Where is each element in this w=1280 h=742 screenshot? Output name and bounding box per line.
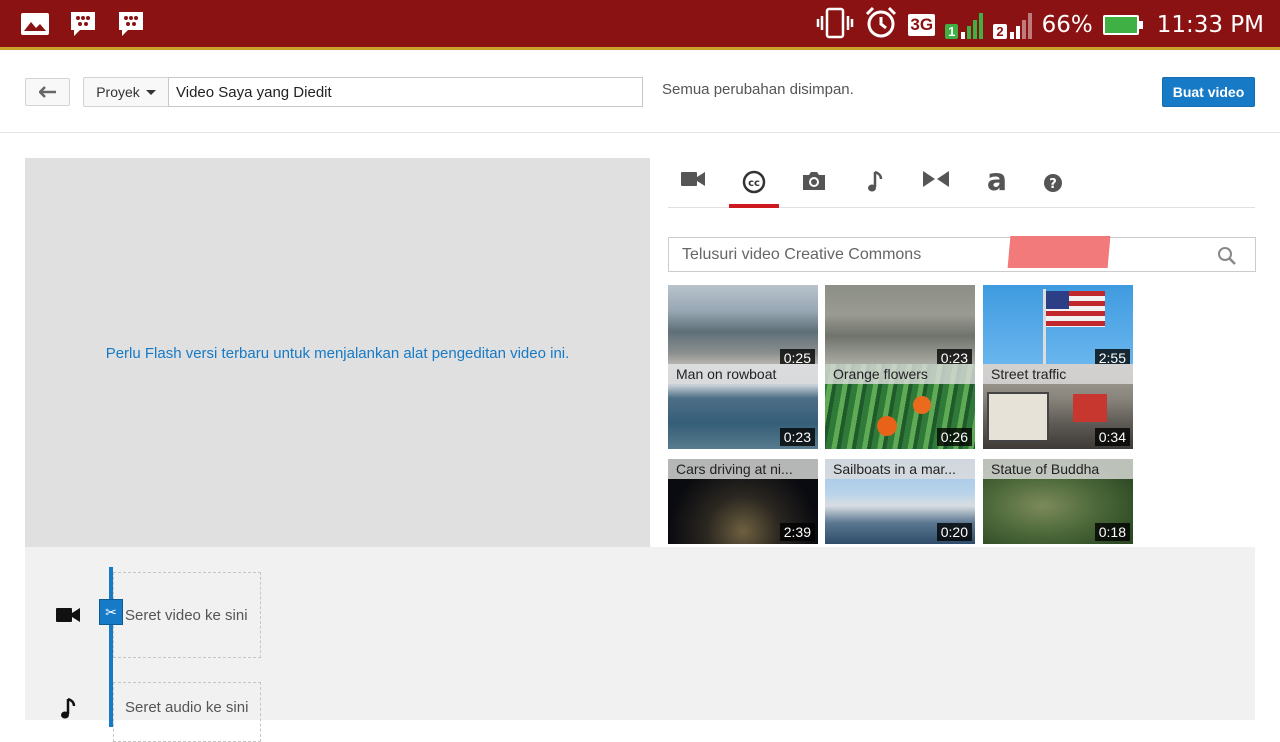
- bbm-icon: [116, 10, 146, 38]
- video-thumbnail[interactable]: Man on rowboat 0:23: [668, 364, 818, 449]
- tab-creative-commons[interactable]: cc: [729, 166, 779, 208]
- cc-search-box: [668, 236, 1256, 272]
- network-type-badge: 3G: [908, 14, 936, 36]
- video-drop-label: Seret video ke sini: [125, 606, 248, 624]
- video-track-icon: [56, 608, 80, 622]
- tab-video[interactable]: [668, 166, 718, 208]
- help-icon: ?: [1044, 174, 1062, 192]
- video-duration: 0:34: [1094, 428, 1130, 446]
- battery-percentage: 66%: [1041, 12, 1093, 38]
- video-camera-icon: [681, 172, 705, 186]
- text-icon: a: [986, 163, 1008, 198]
- audio-drop-zone[interactable]: Seret audio ke sini: [113, 682, 261, 742]
- save-status: Semua perubahan disimpan.: [662, 81, 854, 98]
- video-drop-zone[interactable]: Seret video ke sini: [113, 572, 261, 658]
- editor-toolbar: Proyek Semua perubahan disimpan. Buat vi…: [0, 53, 1280, 133]
- android-status-bar: 3G 1 2 66% 11:33 PM: [0, 0, 1280, 50]
- cc-search-input[interactable]: [669, 238, 1209, 271]
- video-duration: 0:23: [779, 428, 815, 446]
- video-preview: Perlu Flash versi terbaru untuk menjalan…: [25, 158, 650, 548]
- flag-canton: [1045, 291, 1069, 309]
- video-thumbnail[interactable]: Sailboats in a mar... 0:20: [825, 459, 975, 544]
- vibrate-icon: [816, 7, 854, 44]
- project-dropdown-label: Proyek: [96, 84, 140, 100]
- audio-drop-label: Seret audio ke sini: [125, 699, 249, 716]
- video-duration: 0:26: [936, 428, 972, 446]
- caret-down-icon: [145, 89, 156, 95]
- video-thumbnail[interactable]: Statue of Buddha 0:18: [983, 459, 1133, 544]
- redaction-mark: [1007, 236, 1111, 268]
- tab-audio[interactable]: [850, 166, 900, 208]
- cc-video-grid: 0:25 0:23 2:55 Man on rowboat 0:23 Orang…: [668, 285, 1138, 545]
- orange-flower: [913, 396, 931, 414]
- bbm-icon: [68, 10, 98, 38]
- video-thumbnail[interactable]: 2:55: [983, 285, 1133, 370]
- scissors-icon: ✂: [105, 603, 117, 620]
- video-title: Statue of Buddha: [983, 459, 1133, 479]
- video-thumbnail[interactable]: Orange flowers 0:26: [825, 364, 975, 449]
- video-duration: 2:39: [779, 523, 815, 541]
- alarm-icon: [864, 6, 898, 45]
- tab-text[interactable]: a: [972, 166, 1022, 208]
- video-thumbnail[interactable]: 0:23: [825, 285, 975, 370]
- playhead-handle[interactable]: ✂: [99, 599, 123, 625]
- signal-icon: 2: [993, 11, 1032, 39]
- video-thumbnail[interactable]: Cars driving at ni... 2:39: [668, 459, 818, 544]
- video-title: Orange flowers: [825, 364, 975, 384]
- tab-help[interactable]: ?: [1028, 166, 1078, 208]
- clock: 11:33 PM: [1156, 12, 1264, 38]
- search-icon[interactable]: [1217, 246, 1237, 266]
- street-vehicle: [1073, 394, 1107, 422]
- gallery-icon: [20, 10, 50, 38]
- orange-flower: [877, 416, 897, 436]
- music-note-icon: [868, 170, 883, 192]
- flag-pole: [1043, 289, 1046, 369]
- svg-text:cc: cc: [748, 178, 760, 189]
- sim-1-label: 1: [945, 24, 959, 39]
- project-title-input[interactable]: [168, 77, 643, 107]
- playhead[interactable]: [109, 567, 113, 727]
- tab-transitions[interactable]: [911, 166, 961, 208]
- video-title: Cars driving at ni...: [668, 459, 818, 479]
- transitions-icon: [923, 171, 949, 187]
- timeline: Seret video ke sini Seret audio ke sini …: [25, 547, 1255, 742]
- video-thumbnail[interactable]: 0:25: [668, 285, 818, 370]
- project-dropdown[interactable]: Proyek: [83, 77, 169, 107]
- audio-track-icon: [61, 697, 76, 719]
- back-arrow-icon: [38, 86, 56, 98]
- tab-photos[interactable]: [789, 166, 839, 208]
- media-tabs: cc a ?: [668, 158, 1255, 208]
- svg-text:?: ?: [1049, 177, 1057, 192]
- photo-camera-icon: [803, 172, 825, 190]
- signal-icon: 1: [945, 11, 984, 39]
- sim-2-label: 2: [993, 24, 1007, 39]
- battery-icon: [1102, 15, 1143, 35]
- video-title: Man on rowboat: [668, 364, 818, 384]
- create-video-button[interactable]: Buat video: [1162, 77, 1255, 107]
- video-title: Sailboats in a mar...: [825, 459, 975, 479]
- video-duration: 0:20: [936, 523, 972, 541]
- flash-required-message[interactable]: Perlu Flash versi terbaru untuk menjalan…: [106, 345, 570, 362]
- creative-commons-icon: cc: [742, 170, 766, 194]
- back-button[interactable]: [25, 78, 70, 106]
- video-title: Street traffic: [983, 364, 1133, 384]
- street-vehicle: [987, 392, 1049, 442]
- video-thumbnail[interactable]: Street traffic 0:34: [983, 364, 1133, 449]
- video-duration: 0:18: [1094, 523, 1130, 541]
